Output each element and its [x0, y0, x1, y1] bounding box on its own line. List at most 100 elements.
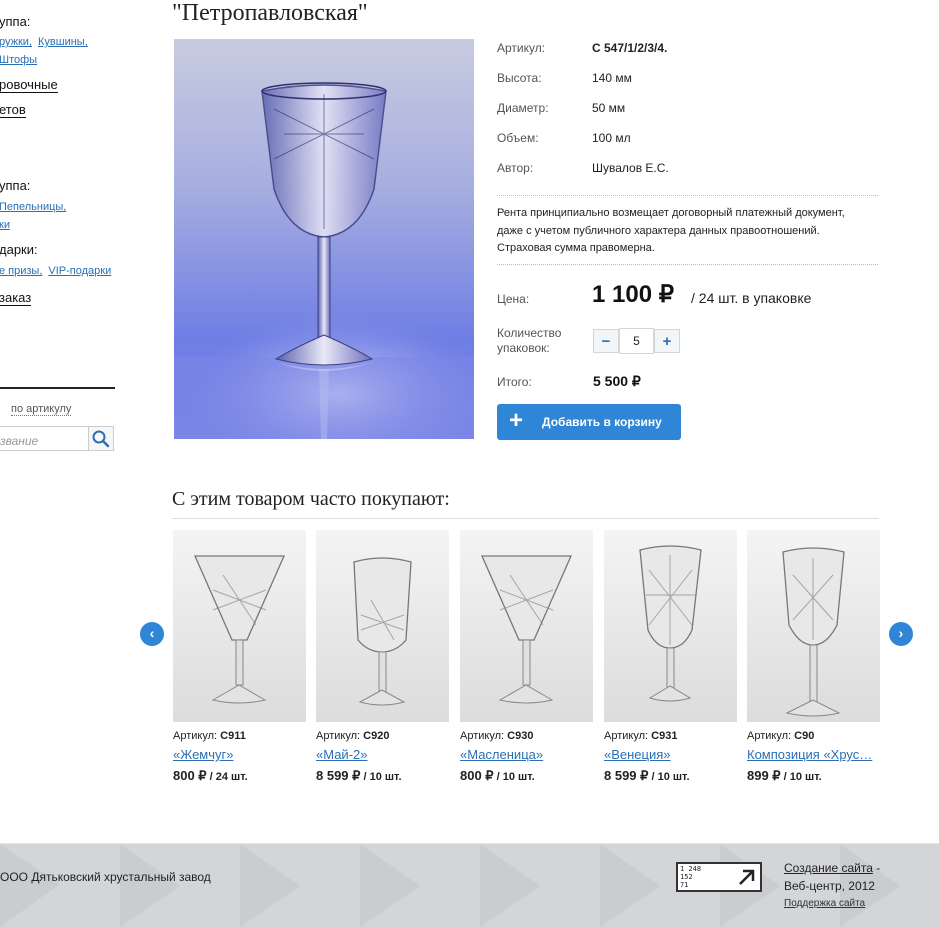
related-product-card[interactable]: Артикул: С90 Композиция «Хрус… 899 ₽ / 1… [747, 530, 880, 783]
related-product-image[interactable] [173, 530, 306, 722]
spec-value-height: 140 мм [592, 71, 632, 85]
related-product-image[interactable] [604, 530, 737, 722]
article-code: С90 [794, 730, 815, 742]
related-product-link[interactable]: «Май-2» [316, 747, 449, 762]
related-product-unit: / 10 шт. [493, 771, 535, 783]
related-product-price: 8 599 ₽ [316, 768, 361, 783]
sidebar-item-dinnerware[interactable]: ровочные [0, 77, 58, 93]
qty-input[interactable]: 5 [619, 328, 654, 354]
spec-label: Объем: [497, 131, 539, 145]
spec-value-volume: 100 мл [592, 131, 631, 145]
total-value: 5 500 ₽ [593, 373, 641, 389]
article-label: Артикул: [316, 730, 361, 742]
sidebar-item-order[interactable]: заказ [0, 290, 32, 306]
article-code: С911 [220, 730, 246, 742]
search-placeholder: звание [0, 434, 39, 448]
qty-increment-button[interactable]: + [654, 329, 680, 353]
glass-photo [782, 547, 845, 717]
carousel-prev-button[interactable]: ‹ [140, 622, 164, 646]
divider [172, 518, 879, 519]
price-value: 1 100 ₽ [592, 281, 674, 308]
chevron-right-icon: › [898, 625, 904, 641]
spec-value-article: С 547/1/2/3/4. [592, 41, 668, 55]
search-tab-by-article[interactable]: по артикулу [11, 403, 72, 416]
sidebar-link-prizes[interactable]: е призы, [0, 265, 42, 277]
related-product-image[interactable] [460, 530, 593, 722]
footer: ООО Дятьковский хрустальный завод 1 248 … [0, 843, 939, 927]
related-product-image[interactable] [316, 530, 449, 722]
search-button[interactable] [88, 426, 114, 451]
related-product-link[interactable]: «Масленица» [460, 747, 593, 762]
related-product-price: 899 ₽ [747, 768, 781, 783]
related-product-unit: / 24 шт. [206, 771, 248, 783]
sidebar-link-jugs[interactable]: Кувшины, [38, 36, 88, 48]
article-code: С931 [651, 730, 678, 742]
article-label: Артикул: [604, 730, 649, 742]
glass-photo [194, 555, 285, 704]
related-product-link[interactable]: «Жемчуг» [173, 747, 306, 762]
divider [497, 195, 878, 196]
product-image[interactable] [174, 39, 474, 439]
spec-label: Диаметр: [497, 101, 549, 115]
credit-line: Веб-центр, 2012 [784, 879, 875, 893]
sidebar-group1-heading: уппа: [0, 14, 31, 29]
related-product-card[interactable]: Артикул: С931 «Венеция» 8 599 ₽ / 10 шт. [604, 530, 737, 783]
related-product-card[interactable]: Артикул: С920 «Май-2» 8 599 ₽ / 10 шт. [316, 530, 449, 783]
credit-dash: - [872, 861, 881, 875]
sidebar-gifts-heading: дарки: [0, 242, 38, 257]
sidebar-link-ashtrays[interactable]: Пепельницы, [0, 201, 66, 213]
article-label: Артикул: [173, 730, 218, 742]
spec-value-author: Шувалов Е.С. [592, 161, 669, 175]
related-product-unit: / 10 шт. [648, 771, 690, 783]
related-product-image[interactable] [747, 530, 880, 722]
total-label: Итого: [497, 375, 532, 389]
add-to-cart-button[interactable]: + Добавить в корзину [497, 404, 681, 440]
qty-label: Количество упаковок: [497, 326, 562, 355]
counter-line: 152 [680, 873, 693, 881]
related-product-unit: / 10 шт. [780, 771, 822, 783]
spec-label: Артикул: [497, 41, 546, 55]
spec-value-diameter: 50 мм [592, 101, 626, 115]
spec-label: Автор: [497, 161, 534, 175]
article-code: С920 [363, 730, 390, 742]
related-product-link[interactable]: «Венеция» [604, 747, 737, 762]
sidebar-link-shtofs[interactable]: Штофы [0, 54, 37, 66]
search-input[interactable]: звание [0, 426, 88, 451]
footer-company: ООО Дятьковский хрустальный завод [0, 870, 211, 884]
glass-photo [639, 545, 702, 702]
divider [497, 264, 878, 265]
search-icon [92, 430, 110, 448]
sidebar-link-mugs[interactable]: ружки, [0, 36, 32, 48]
related-product-card[interactable]: Артикул: С930 «Масленица» 800 ₽ / 10 шт. [460, 530, 593, 783]
product-glass-photo [174, 39, 474, 439]
arrow-up-right-icon [739, 869, 755, 885]
glass-photo [481, 555, 572, 704]
related-product-link[interactable]: Композиция «Хрус… [747, 747, 880, 762]
counter-line: 71 [680, 881, 689, 889]
related-product-unit: / 10 шт. [360, 771, 402, 783]
visit-counter[interactable]: 1 248 152 71 [676, 862, 762, 892]
sidebar-item-colored[interactable]: етов [0, 102, 26, 118]
sidebar-link-misc[interactable]: ки [0, 219, 10, 231]
search-divider [0, 387, 115, 389]
product-description: Рента принципиально возмещает договорный… [497, 207, 845, 254]
article-code: С930 [507, 730, 534, 742]
site-creation-link[interactable]: Создание сайта [784, 861, 873, 875]
related-product-price: 800 ₽ [460, 768, 494, 783]
glass-photo [353, 557, 412, 706]
qty-decrement-button[interactable]: − [593, 329, 619, 353]
article-label: Артикул: [747, 730, 792, 742]
article-label: Артикул: [460, 730, 505, 742]
related-product-card[interactable]: Артикул: С911 «Жемчуг» 800 ₽ / 24 шт. [173, 530, 306, 783]
sidebar-link-vip-gifts[interactable]: VIP-подарки [48, 265, 111, 277]
spec-label: Высота: [497, 71, 542, 85]
support-link[interactable]: Поддержка сайта [784, 898, 865, 909]
sidebar-group2-heading: уппа: [0, 178, 31, 193]
add-to-cart-label: Добавить в корзину [542, 415, 662, 429]
page-title: "Петропавловская" [172, 0, 368, 26]
related-product-price: 8 599 ₽ [604, 768, 649, 783]
carousel-next-button[interactable]: › [889, 622, 913, 646]
sidebar-group1-links: ружки, Кувшины, [0, 36, 94, 48]
price-label: Цена: [497, 292, 530, 306]
price-unit: / 24 шт. в упаковке [691, 290, 812, 306]
